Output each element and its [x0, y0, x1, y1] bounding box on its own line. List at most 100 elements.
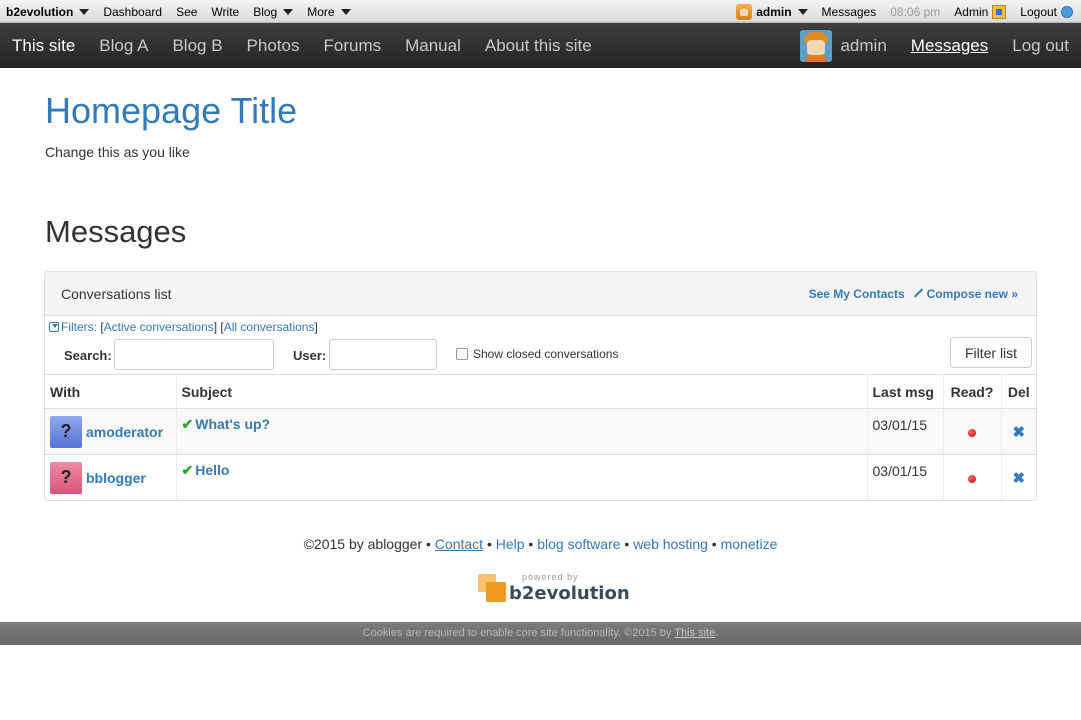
with-cell: ? amoderator: [45, 408, 177, 455]
chevron-down-icon: [340, 8, 351, 15]
nav-item-forums[interactable]: Forums: [311, 36, 393, 56]
nav-item-logout[interactable]: Log out: [1012, 36, 1069, 56]
evobar-logout-label: Logout: [1020, 4, 1057, 19]
site-footer: ©2015 by ablogger • Contact • Help • blo…: [0, 536, 1081, 552]
compose-new-link[interactable]: Compose new »: [913, 287, 1018, 301]
evobar-time: 08:06 pm: [890, 5, 940, 19]
footer-help-link[interactable]: Help: [496, 536, 525, 552]
pencil-icon: [913, 288, 923, 298]
read-cell: [943, 408, 1002, 455]
evobar-brand-menu[interactable]: b2evolution: [6, 5, 90, 19]
chevron-down-icon: [79, 8, 90, 15]
filters-label: Filters:: [61, 320, 97, 334]
user-input[interactable]: [329, 339, 437, 370]
footer-copyright: ©2015 by ablogger •: [303, 536, 431, 552]
footer-monetize-link[interactable]: monetize: [721, 536, 778, 552]
column-del: Del: [1001, 374, 1036, 409]
b2evolution-wordmark: b2evolution: [509, 583, 630, 604]
conversations-table: With Subject Last msg Read? Del ? amoder…: [45, 374, 1036, 500]
admin-icon: [992, 4, 1007, 19]
evobar-logout[interactable]: Logout: [1020, 5, 1073, 19]
admin-toolbar: b2evolution Dashboard See Write Blog Mor…: [0, 0, 1081, 23]
page-subtitle: Change this as you like: [45, 144, 190, 160]
site-navigation: This site Blog A Blog B Photos Forums Ma…: [0, 23, 1081, 68]
user-link-amoderator[interactable]: amoderator: [86, 424, 163, 440]
evobar-write[interactable]: Write: [211, 5, 239, 19]
evobar-blog-label: Blog: [253, 4, 278, 19]
evobar-dashboard[interactable]: Dashboard: [103, 5, 162, 19]
filters-bar: Filters: [Active conversations] [All con…: [49, 320, 318, 334]
evobar-see[interactable]: See: [176, 5, 197, 19]
evobar-dashboard-label: Dashboard: [103, 4, 163, 19]
evobar-messages-label: Messages: [821, 4, 877, 19]
evobar-more-menu[interactable]: More: [307, 4, 351, 19]
footer-contact-link[interactable]: Contact: [435, 536, 483, 552]
delete-icon[interactable]: ✖: [1012, 424, 1025, 441]
del-cell: ✖: [1001, 454, 1036, 500]
del-cell: ✖: [1001, 408, 1036, 455]
table-header-row: With Subject Last msg Read? Del: [45, 374, 1036, 409]
column-with[interactable]: With: [45, 374, 177, 409]
nav-item-this-site[interactable]: This site: [0, 36, 87, 56]
footer-separator: •: [528, 536, 534, 552]
logout-icon: [1061, 5, 1073, 18]
nav-item-messages[interactable]: Messages: [911, 36, 988, 56]
evobar-more-label: More: [307, 4, 335, 19]
filter-list-button[interactable]: Filter list: [950, 337, 1032, 368]
subject-link[interactable]: What's up?: [195, 416, 270, 432]
conversations-panel: Conversations list See My Contacts Compo…: [44, 271, 1037, 501]
show-closed-label: Show closed conversations: [473, 347, 619, 361]
panel-title: Conversations list: [61, 286, 172, 302]
chevron-down-icon: [283, 8, 294, 15]
user-link-bblogger[interactable]: bblogger: [86, 470, 146, 486]
filter-all-conversations[interactable]: All conversations: [224, 320, 315, 334]
collapse-toggle-icon: [49, 321, 59, 332]
nav-item-photos[interactable]: Photos: [235, 36, 312, 56]
page-title: Homepage Title: [45, 90, 298, 131]
nav-item-manual[interactable]: Manual: [393, 36, 473, 56]
cookie-notice-text: Cookies are required to enable core site…: [362, 627, 672, 639]
delete-icon[interactable]: ✖: [1012, 470, 1025, 487]
search-label: Search:: [64, 348, 112, 363]
avatar: [800, 29, 833, 62]
evobar-blog-menu[interactable]: Blog: [253, 4, 294, 19]
show-closed-checkbox[interactable]: [456, 348, 468, 360]
footer-separator: •: [624, 536, 630, 552]
evobar-user-label: admin: [756, 4, 792, 19]
filter-active-conversations[interactable]: Active conversations: [104, 320, 214, 334]
unread-dot-icon: [968, 474, 976, 483]
column-last-msg[interactable]: Last msg: [867, 374, 944, 409]
evobar-user-menu[interactable]: admin: [736, 3, 808, 20]
avatar[interactable]: ?: [50, 461, 82, 494]
see-contacts-link[interactable]: See My Contacts: [809, 287, 905, 301]
nav-item-blog-b[interactable]: Blog B: [160, 36, 234, 56]
compose-new-label: Compose new »: [926, 287, 1018, 301]
last-msg-cell: 03/01/15: [867, 454, 944, 500]
column-read[interactable]: Read?: [943, 374, 1002, 409]
nav-item-blog-a[interactable]: Blog A: [87, 36, 160, 56]
nav-user-profile[interactable]: admin: [800, 29, 887, 62]
avatar[interactable]: ?: [50, 415, 82, 448]
last-msg-cell: 03/01/15: [867, 408, 944, 455]
check-icon: ✔: [181, 462, 194, 478]
search-input[interactable]: [114, 339, 274, 370]
cookie-notice-end: .: [715, 627, 719, 639]
evobar-admin[interactable]: Admin: [954, 4, 1007, 19]
footer-blog-software-link[interactable]: blog software: [537, 536, 620, 552]
footer-web-hosting-link[interactable]: web hosting: [633, 536, 708, 552]
column-subject[interactable]: Subject: [176, 374, 868, 409]
nav-item-about[interactable]: About this site: [473, 36, 604, 56]
subject-link[interactable]: Hello: [195, 462, 229, 478]
evobar-messages[interactable]: Messages: [822, 5, 877, 19]
user-label: User:: [293, 348, 327, 363]
filters-toggle[interactable]: Filters:: [49, 320, 97, 334]
cookie-notice-bar: Cookies are required to enable core site…: [0, 622, 1081, 645]
cookie-notice-link[interactable]: This site: [674, 627, 715, 639]
chevron-down-icon: [797, 8, 808, 15]
b2evolution-logo-icon: [478, 574, 506, 602]
powered-by-b2evolution-logo[interactable]: powered by b2evolution: [478, 572, 630, 606]
read-cell: [943, 454, 1002, 500]
evobar-write-label: Write: [211, 4, 240, 19]
nav-user-label: admin: [840, 35, 887, 55]
subject-cell: ✔ What's up?: [176, 408, 868, 455]
